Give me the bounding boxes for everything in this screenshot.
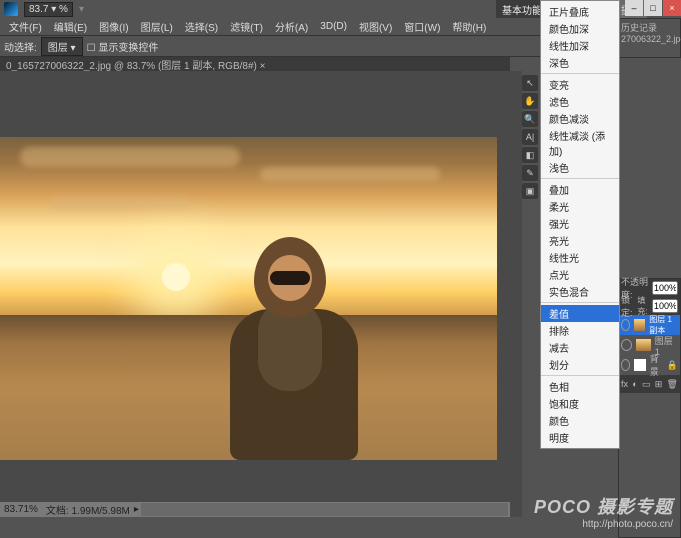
horizontal-scrollbar[interactable] — [141, 503, 508, 516]
blend-item[interactable]: 饱和度 — [541, 395, 619, 412]
menu-help[interactable]: 帮助(H) — [447, 18, 491, 35]
blend-item[interactable]: 强光 — [541, 215, 619, 232]
window-minimize-button[interactable]: – — [625, 0, 643, 16]
zoom-field[interactable]: 83.7 ▾ % — [24, 2, 73, 17]
blend-item-selected[interactable]: 差值 — [541, 305, 619, 322]
lock-row: 锁定: 填充: — [619, 297, 680, 315]
blend-item[interactable]: 叠加 — [541, 181, 619, 198]
trash-icon[interactable]: 🗑 — [667, 379, 678, 390]
opacity-input[interactable] — [652, 281, 678, 295]
visibility-icon[interactable] — [621, 359, 630, 371]
blend-item[interactable]: 排除 — [541, 322, 619, 339]
show-controls-checkbox[interactable]: ☐ 显示变换控件 — [87, 39, 159, 54]
layer-thumb — [634, 359, 646, 371]
blend-item[interactable]: 点光 — [541, 266, 619, 283]
autoselect-label: 动选择: — [4, 39, 37, 54]
blend-item[interactable]: 颜色加深 — [541, 20, 619, 37]
menu-analysis[interactable]: 分析(A) — [270, 18, 313, 35]
layer-row[interactable]: 背景 🔒 — [619, 355, 680, 375]
blend-item[interactable]: 明度 — [541, 429, 619, 446]
blend-item[interactable]: 滤色 — [541, 93, 619, 110]
blend-item[interactable]: 浅色 — [541, 159, 619, 176]
menu-view[interactable]: 视图(V) — [354, 18, 397, 35]
window-maximize-button[interactable]: □ — [644, 0, 662, 16]
watermark-brand: POCO 摄影专题 — [534, 493, 673, 519]
menu-window[interactable]: 窗口(W) — [399, 18, 445, 35]
right-toolbar: ↖ ✋ 🔍 A| ◧ ✎ ▣ — [522, 71, 540, 199]
shape-tool-icon[interactable]: ◧ — [522, 147, 538, 163]
autoselect-dropdown[interactable]: 图层 ▾ — [41, 37, 83, 56]
visibility-icon[interactable] — [621, 319, 630, 331]
blend-item[interactable]: 颜色减淡 — [541, 110, 619, 127]
text-tool-icon[interactable]: A| — [522, 129, 538, 145]
lock-icon: 🔒 — [667, 360, 678, 371]
history-tab[interactable]: 历史记录 — [621, 21, 678, 34]
blend-item[interactable]: 线性加深 — [541, 37, 619, 54]
layer-thumb — [634, 319, 645, 331]
menu-edit[interactable]: 编辑(E) — [49, 18, 92, 35]
blend-item[interactable]: 划分 — [541, 356, 619, 373]
window-close-button[interactable]: × — [663, 0, 681, 16]
document-tab[interactable]: 0_165727006322_2.jpg @ 83.7% (图层 1 副本, R… — [0, 57, 510, 71]
hand-tool-icon[interactable]: ✋ — [522, 93, 538, 109]
docsize-readout: 文档: 1.99M/5.98M — [42, 502, 134, 517]
layer-thumb — [636, 339, 651, 351]
mask-icon[interactable]: ◐ — [632, 379, 637, 389]
menu-image[interactable]: 图像(I) — [94, 18, 133, 35]
swatch-tool-icon[interactable]: ▣ — [522, 183, 538, 199]
canvas[interactable] — [0, 137, 497, 460]
menu-file[interactable]: 文件(F) — [4, 18, 47, 35]
blend-item[interactable]: 色相 — [541, 378, 619, 395]
canvas-area: 83.71% 文档: 1.99M/5.98M ▸ — [0, 71, 522, 517]
history-thumb-label: 27006322_2.jpg — [621, 34, 678, 44]
blend-item[interactable]: 亮光 — [541, 232, 619, 249]
folder-icon[interactable]: ▭ — [642, 379, 651, 390]
blend-item[interactable]: 深色 — [541, 54, 619, 71]
fill-input[interactable] — [652, 299, 678, 313]
zoom-tool-icon[interactable]: 🔍 — [522, 111, 538, 127]
menu-3d[interactable]: 3D(D) — [315, 20, 352, 33]
menu-layer[interactable]: 图层(L) — [136, 18, 178, 35]
blendmode-dropdown[interactable]: 正片叠底 颜色加深 线性加深 深色 变亮 滤色 颜色减淡 线性减淡 (添加) 浅… — [540, 0, 620, 449]
ps-logo-icon — [4, 2, 18, 16]
arrow-tool-icon[interactable]: ↖ — [522, 75, 538, 91]
visibility-icon[interactable] — [621, 339, 632, 351]
blend-item[interactable]: 颜色 — [541, 412, 619, 429]
zoom-readout[interactable]: 83.71% — [0, 504, 42, 515]
layer-buttons: fx ◐ ▭ ⊞ 🗑 — [619, 375, 680, 393]
layer-name[interactable]: 背景 — [650, 352, 663, 378]
blend-item[interactable]: 变亮 — [541, 76, 619, 93]
blend-item[interactable]: 柔光 — [541, 198, 619, 215]
blend-item[interactable]: 减去 — [541, 339, 619, 356]
blend-item[interactable]: 线性光 — [541, 249, 619, 266]
menu-select[interactable]: 选择(S) — [180, 18, 223, 35]
new-layer-icon[interactable]: ⊞ — [655, 379, 663, 390]
watermark: POCO 摄影专题 http://photo.poco.cn/ — [534, 493, 673, 530]
lock-label: 锁定: — [621, 293, 637, 319]
blend-item[interactable]: 正片叠底 — [541, 3, 619, 20]
history-panel[interactable]: 历史记录 27006322_2.jpg — [618, 18, 681, 58]
watermark-url: http://photo.poco.cn/ — [534, 519, 673, 530]
menu-filter[interactable]: 滤镜(T) — [225, 18, 268, 35]
docsize-dropdown-icon[interactable]: ▸ — [134, 504, 139, 515]
fx-icon[interactable]: fx — [621, 379, 628, 389]
brush-tool-icon[interactable]: ✎ — [522, 165, 538, 181]
blend-item[interactable]: 实色混合 — [541, 283, 619, 300]
blend-item[interactable]: 线性减淡 (添加) — [541, 127, 619, 159]
status-bar: 83.71% 文档: 1.99M/5.98M ▸ — [0, 502, 510, 517]
